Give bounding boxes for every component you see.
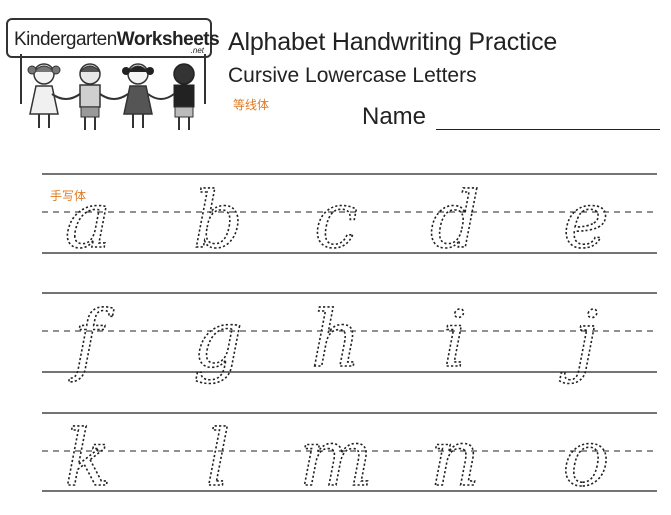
tracing-letter: h bbox=[311, 295, 361, 385]
practice-sheet: a b c d e f g h i j k l m n o bbox=[42, 173, 657, 505]
tracing-letter: m bbox=[299, 414, 373, 504]
tracing-letter: d bbox=[430, 176, 480, 266]
tracing-letter: n bbox=[430, 414, 480, 504]
tracing-letter: i bbox=[443, 295, 468, 385]
practice-row: k lmno bbox=[42, 412, 657, 505]
handwriting-style-note: 手写体 bbox=[50, 189, 87, 203]
tracing-letter: g bbox=[193, 295, 243, 385]
tracing-letter: l bbox=[206, 414, 231, 504]
tracing-letter: k bbox=[64, 414, 111, 504]
practice-row: fghij bbox=[42, 292, 657, 386]
tracing-letter: o bbox=[563, 414, 610, 504]
tracing-letter: b bbox=[193, 176, 243, 266]
tracing-letter: e bbox=[563, 176, 609, 266]
tracing-letter: c bbox=[314, 176, 358, 266]
practice-row: abcde bbox=[42, 173, 657, 267]
